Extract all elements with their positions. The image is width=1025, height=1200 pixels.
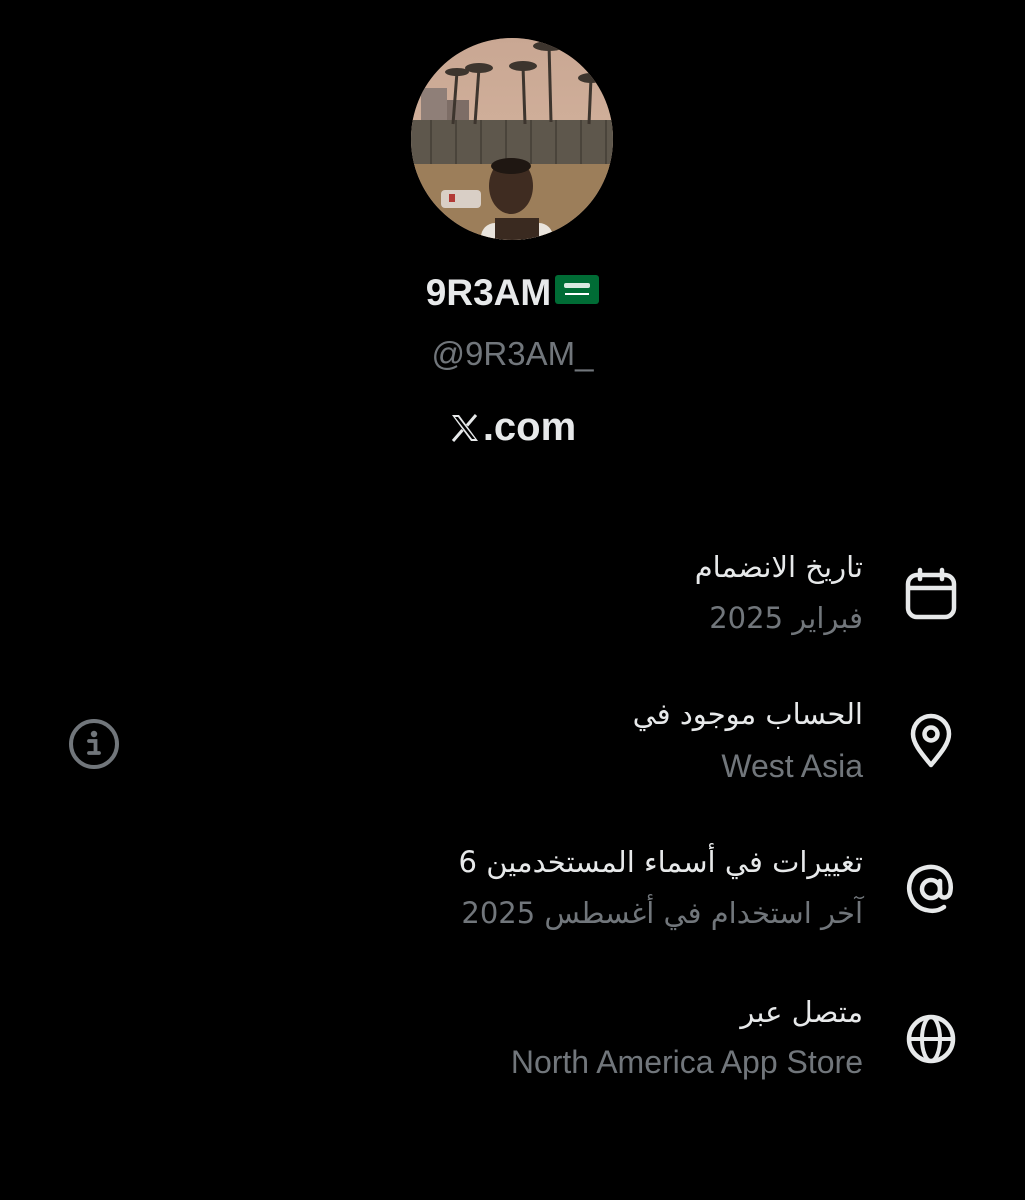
location-pin-icon — [904, 713, 960, 769]
user-handle[interactable]: @9R3AM_ — [0, 335, 1025, 373]
username-changes-label: 6 تغييرات في أسماء المستخدمين — [458, 845, 863, 879]
joined-value: فبراير 2025 — [709, 601, 863, 635]
location-value: West Asia — [721, 748, 863, 784]
x-com-link[interactable]: .com — [0, 405, 1025, 454]
username-changes-value: آخر استخدام في أغسطس 2025 — [461, 896, 863, 930]
at-sign-icon — [904, 861, 960, 917]
x-logo-icon — [449, 409, 481, 454]
display-name-text: 9R3AM — [425, 272, 552, 313]
display-name: 9R3AM — [0, 272, 1025, 316]
info-icon[interactable] — [67, 717, 121, 771]
saudi-arabia-flag-icon — [555, 271, 600, 313]
calendar-icon — [904, 566, 960, 622]
globe-icon — [904, 1011, 960, 1067]
connected-via-value: North America App Store — [510, 1044, 863, 1080]
avatar[interactable] — [411, 38, 613, 240]
avatar-image — [411, 38, 613, 240]
connected-via-label: متصل عبر — [740, 995, 863, 1029]
brand-text: .com — [482, 405, 577, 449]
joined-label: تاريخ الانضمام — [694, 550, 863, 584]
location-label: الحساب موجود في — [632, 697, 863, 731]
